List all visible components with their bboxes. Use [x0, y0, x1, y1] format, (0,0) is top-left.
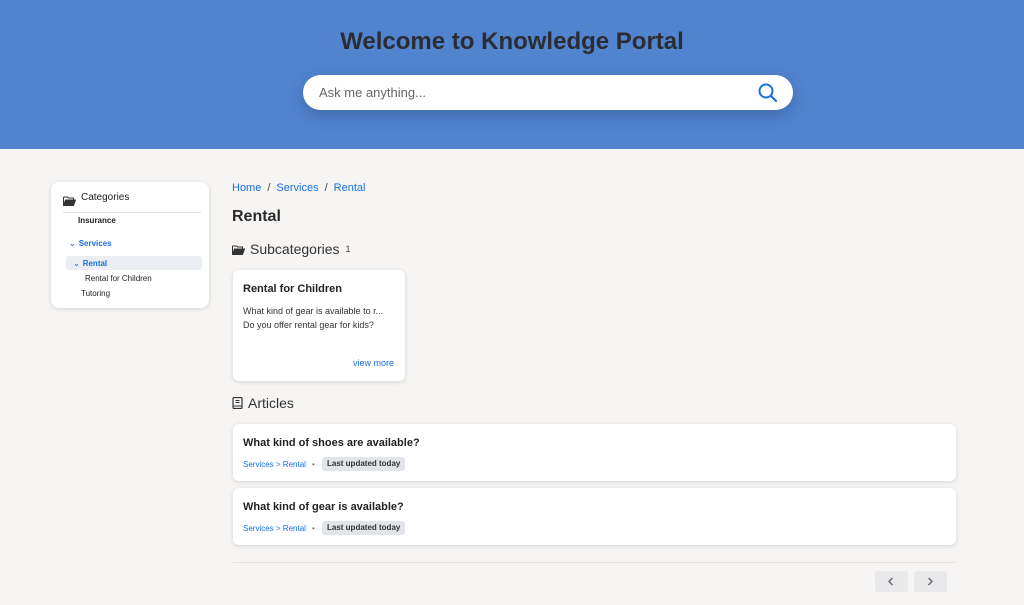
last-updated-badge: Last updated today [322, 521, 406, 535]
article-category-path[interactable]: Services > Rental [243, 524, 306, 533]
sidebar-item-tutoring[interactable]: Tutoring [81, 289, 110, 298]
sidebar-item-rental[interactable]: ⌄ Rental [73, 259, 107, 268]
folder-open-icon [63, 193, 76, 211]
articles-heading: Articles [232, 395, 294, 412]
hero-banner: Welcome to Knowledge Portal [0, 0, 1024, 149]
view-more-link[interactable]: view more [353, 358, 394, 368]
article-meta-separator: • [312, 524, 315, 533]
article-meta-separator: • [312, 460, 315, 469]
category-sidebar: Categories Insurance ⌄ Services ⌄ Rental R… [51, 182, 209, 308]
page-title: Rental [232, 208, 281, 225]
breadcrumb-services[interactable]: Services [276, 182, 318, 194]
last-updated-badge: Last updated today [322, 457, 406, 471]
article-item[interactable]: What kind of shoes are available? Servic… [233, 424, 956, 481]
breadcrumb-rental[interactable]: Rental [334, 182, 366, 194]
search-input[interactable] [303, 75, 743, 110]
next-page-button[interactable] [914, 571, 947, 592]
pagination-divider [233, 562, 956, 563]
previous-page-button[interactable] [875, 571, 908, 592]
chevron-right-icon [928, 577, 933, 586]
sidebar-item-label: Services [78, 239, 112, 248]
subcategories-heading: Subcategories 1 [232, 241, 351, 258]
breadcrumb-home[interactable]: Home [232, 182, 261, 194]
breadcrumb-separator: / [267, 182, 271, 194]
chevron-down-icon: ⌄ [69, 239, 76, 248]
search-bar [303, 75, 793, 110]
subcategories-label: Subcategories [250, 241, 340, 257]
sidebar-item-label: Rental [82, 259, 108, 268]
chevron-down-icon: ⌄ [73, 259, 80, 268]
subcategory-card-line: What kind of gear is available to r... [243, 306, 384, 316]
sidebar-item-rental-for-children[interactable]: Rental for Children [85, 274, 152, 283]
subcategory-card[interactable]: Rental for Children What kind of gear is… [233, 270, 405, 381]
sidebar-header: Categories [63, 192, 201, 213]
folder-open-icon [232, 242, 245, 258]
articles-label: Articles [248, 395, 294, 411]
breadcrumb: Home / Services / Rental [232, 182, 365, 194]
article-category-path[interactable]: Services > Rental [243, 460, 306, 469]
article-item[interactable]: What kind of gear is available? Services… [233, 488, 956, 545]
sidebar-item-insurance[interactable]: Insurance [78, 216, 116, 225]
subcategory-card-line: Do you offer rental gear for kids? [243, 320, 374, 330]
search-icon[interactable] [757, 82, 779, 104]
breadcrumb-separator: / [324, 182, 328, 194]
book-icon [232, 396, 243, 412]
subcategory-card-title: Rental for Children [243, 283, 343, 295]
article-title: What kind of gear is available? [243, 501, 404, 513]
sidebar-item-services[interactable]: ⌄ Services [69, 239, 112, 248]
article-title: What kind of shoes are available? [243, 437, 420, 449]
chevron-left-icon [888, 577, 893, 586]
page-heading: Welcome to Knowledge Portal [340, 28, 684, 55]
sidebar-heading: Categories [81, 192, 130, 203]
subcategories-count: 1 [345, 244, 351, 254]
